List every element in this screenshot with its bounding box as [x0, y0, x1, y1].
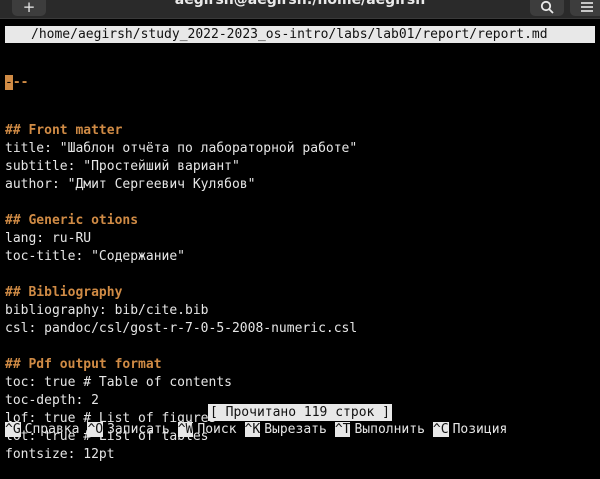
shortcut-key: ^K: [244, 422, 261, 437]
editor-file-header: /home/aegirsh/study_2022-2023_os-intro/l…: [5, 26, 595, 43]
file-path: /home/aegirsh/study_2022-2023_os-intro/l…: [31, 27, 548, 42]
shortcut-item[interactable]: ^G Справка: [5, 421, 79, 439]
editor-line: toc-title: "Содержание": [5, 249, 186, 264]
menu-button[interactable]: [570, 0, 600, 16]
status-bar: [ Прочитано 119 строк ]: [0, 404, 600, 421]
shortcut-item[interactable]: ^C Позиция: [432, 421, 508, 439]
editor-heading-line: ## Pdf output format: [5, 357, 162, 372]
shortcut-bar: ^G Справка ^O Записать ^W Поиск ^K Вырезать ^T Вы…: [5, 421, 600, 439]
shortcut-item[interactable]: ^K Вырезать: [244, 421, 327, 439]
shortcut-key: ^C: [432, 422, 449, 437]
shortcut-label: Выполнить: [354, 422, 425, 437]
editor-line-text: --: [12, 75, 29, 90]
editor-heading-line: ## Bibliography: [5, 285, 123, 300]
text-cursor: -: [5, 75, 13, 90]
shortcut-key: ^O: [87, 422, 104, 437]
editor-line: bibliography: bib/cite.bib: [5, 303, 209, 318]
window-titlebar: + aegirsh@aegirsh:/home/aegirsh: [0, 0, 600, 19]
search-button[interactable]: [530, 0, 564, 16]
editor-line: subtitle: "Простейший вариант": [5, 159, 240, 174]
window-title: aegirsh@aegirsh:/home/aegirsh: [174, 0, 426, 8]
status-message: [ Прочитано 119 строк ]: [207, 404, 392, 421]
shortcut-label: Позиция: [452, 422, 508, 437]
shortcut-key: ^G: [5, 422, 21, 437]
shortcut-item[interactable]: ^O Записать: [87, 421, 170, 439]
editor-line: toc: true # Table of contents: [5, 375, 232, 390]
search-icon: [540, 0, 554, 14]
shortcut-key: ^W: [177, 422, 194, 437]
editor-heading-line: ## Front matter: [5, 123, 123, 138]
hamburger-menu-icon: [581, 2, 593, 12]
shortcut-item[interactable]: ^T Выполнить: [334, 421, 425, 439]
shortcut-item[interactable]: ^W Поиск: [177, 421, 237, 439]
editor-text-area[interactable]: --- ## Front matter title: "Шаблон отчёта…: [5, 44, 595, 462]
editor-line: lang: ru-RU: [5, 231, 92, 246]
shortcut-label: Вырезать: [264, 422, 327, 437]
editor-line: fontsize: 12pt: [5, 447, 115, 462]
shortcut-label: Справка: [24, 422, 80, 437]
shortcut-label: Записать: [107, 422, 170, 437]
editor-line: ---: [5, 74, 595, 92]
shortcut-key: ^T: [334, 422, 351, 437]
shortcut-label: Поиск: [197, 422, 237, 437]
editor-heading-line: ## Generic otions: [5, 213, 139, 228]
editor-line: csl: pandoc/csl/gost-r-7-0-5-2008-numeri…: [5, 321, 358, 336]
editor-line: author: "Дмит Сергеевич Кулябов": [5, 177, 256, 192]
editor-line: title: "Шаблон отчёта по лабораторной ра…: [5, 141, 358, 156]
